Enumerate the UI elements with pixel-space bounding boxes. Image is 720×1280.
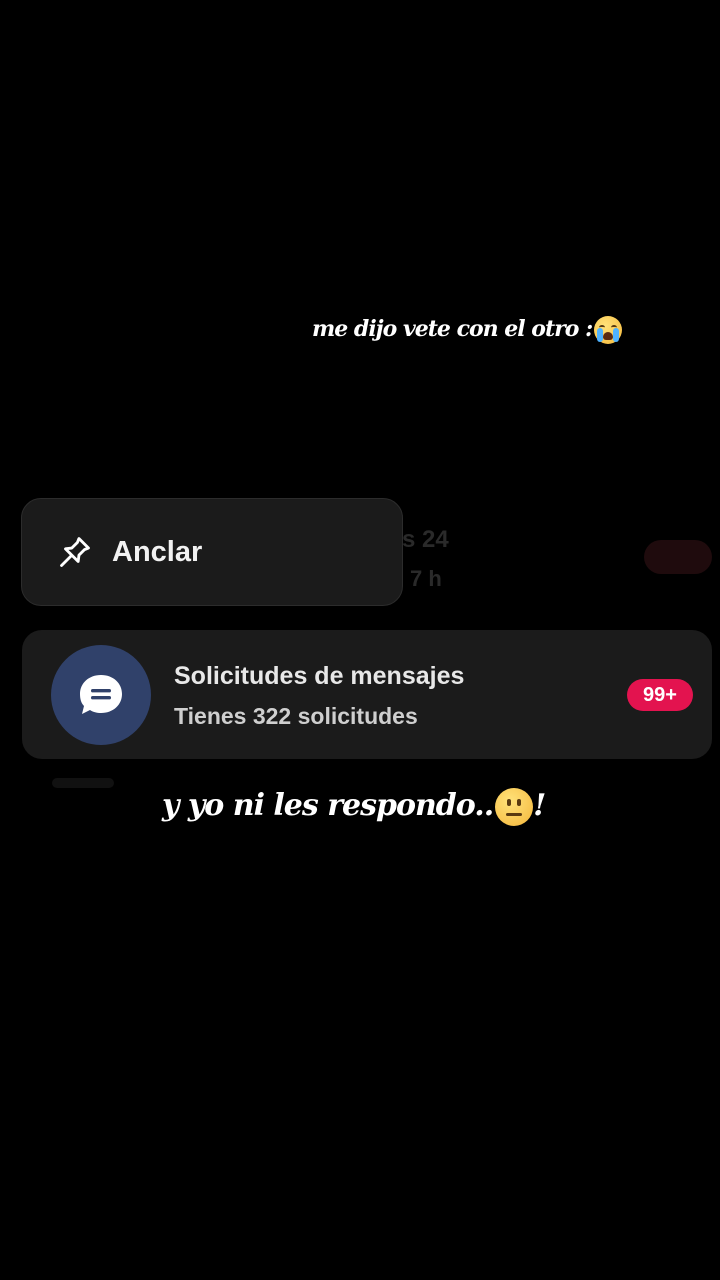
caption-bottom-suffix: ! xyxy=(533,788,546,823)
caption-bottom: y yo ni les respondo.. ! xyxy=(162,788,546,826)
background-list-text-faded: s 24 xyxy=(402,526,449,553)
crying-face-icon xyxy=(594,316,623,344)
background-list-time-faded: 7 h xyxy=(410,566,442,591)
message-requests-row[interactable]: Solicitudes de mensajes Tienes 322 solic… xyxy=(22,630,712,759)
caption-top: me dijo vete con el otro : xyxy=(312,316,623,344)
caption-top-text: me dijo vete con el otro : xyxy=(312,316,593,342)
pin-label: Anclar xyxy=(112,535,203,568)
neutral-face-icon xyxy=(495,788,534,826)
pin-icon xyxy=(60,537,90,567)
caption-bottom-text: y yo ni les respondo.. xyxy=(162,788,494,823)
pin-menu-item[interactable]: Anclar xyxy=(21,498,403,606)
unread-count-badge: 99+ xyxy=(627,679,693,711)
message-requests-subtitle: Tienes 322 solicitudes xyxy=(174,703,418,729)
message-requests-avatar xyxy=(51,645,151,745)
background-badge-faded xyxy=(644,540,712,574)
background-bar-faded xyxy=(52,778,114,788)
chat-bubble-icon xyxy=(80,675,122,714)
message-requests-title: Solicitudes de mensajes xyxy=(174,662,465,690)
